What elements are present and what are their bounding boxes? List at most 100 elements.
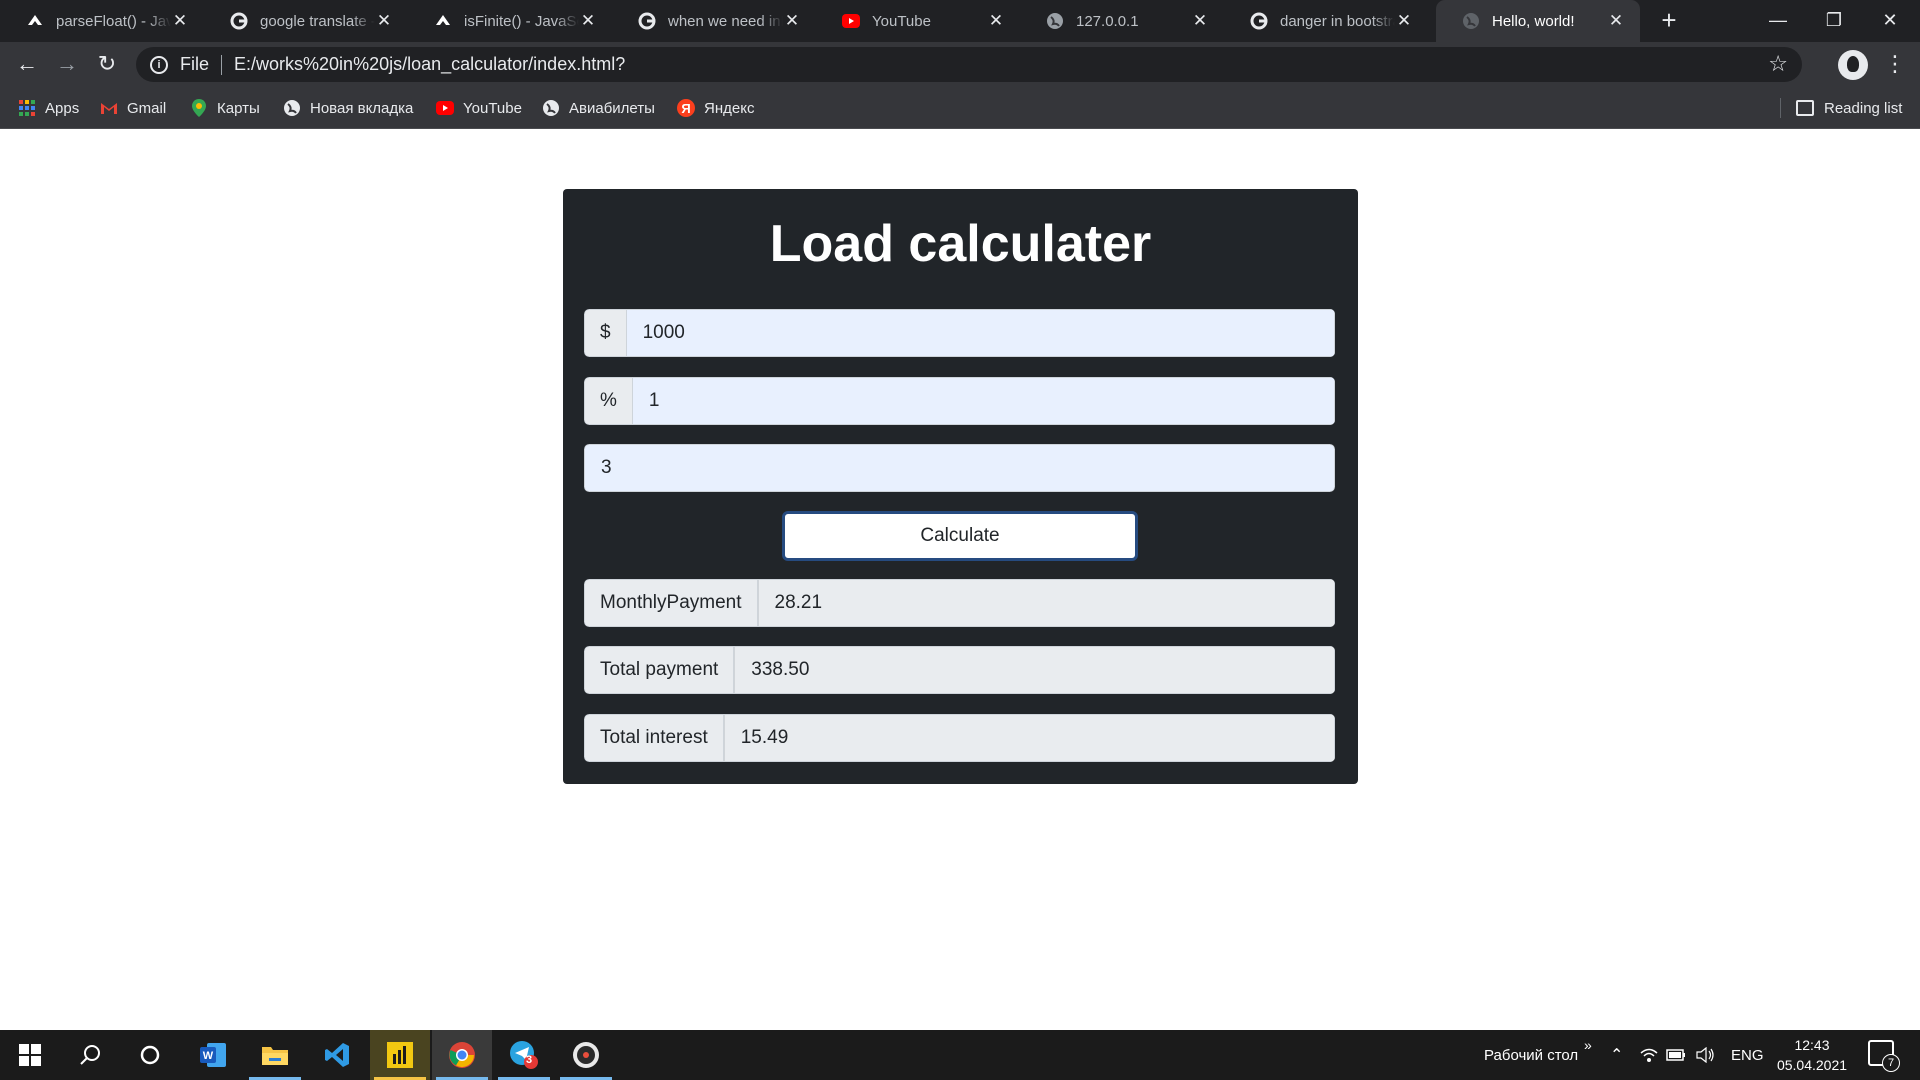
globe-icon xyxy=(1462,12,1480,30)
bookmark-aviabilety[interactable]: Авиабилеты xyxy=(542,87,655,129)
tab-danger-in-bootstrap[interactable]: danger in bootstrap ✕ xyxy=(1224,0,1428,42)
tab-youtube[interactable]: YouTube ✕ xyxy=(816,0,1020,42)
bookmark-maps[interactable]: Карты xyxy=(190,87,260,129)
close-tab-icon[interactable]: ✕ xyxy=(170,11,190,31)
tab-title: danger in bootstrap xyxy=(1280,12,1395,30)
cortana-icon[interactable] xyxy=(120,1030,180,1080)
bookmark-gmail[interactable]: Gmail xyxy=(100,87,166,129)
desktop-toolbar-label[interactable]: Рабочий стол xyxy=(1484,1030,1578,1080)
total-interest-value: 15.49 xyxy=(723,714,1335,762)
tab-localhost[interactable]: 127.0.0.1 ✕ xyxy=(1020,0,1224,42)
tab-title: when we need inFinite xyxy=(668,12,783,30)
search-icon[interactable] xyxy=(60,1030,120,1080)
address-bar[interactable]: i File E:/works%20in%20js/loan_calculato… xyxy=(136,47,1802,82)
forward-button[interactable]: → xyxy=(52,50,82,80)
telegram-icon[interactable]: 3 xyxy=(494,1030,554,1080)
url-text[interactable]: E:/works%20in%20js/loan_calculator/index… xyxy=(234,54,625,75)
tab-title: isFinite() - JavaScript xyxy=(464,12,579,30)
amount-input[interactable]: 1000 xyxy=(626,309,1335,357)
apps-grid-icon xyxy=(18,99,36,117)
scheme-label: File xyxy=(180,54,210,74)
site-info-icon[interactable]: i xyxy=(150,55,168,74)
tab-title: Hello, world! xyxy=(1492,12,1575,30)
volume-icon[interactable] xyxy=(1696,1030,1716,1080)
battery-icon[interactable] xyxy=(1666,1030,1686,1080)
monthly-payment-value: 28.21 xyxy=(757,579,1335,627)
google-icon xyxy=(230,12,248,30)
globe-icon xyxy=(542,99,560,117)
dollar-addon: $ xyxy=(584,309,627,357)
browser-toolbar: ← → ↻ i File E:/works%20in%20js/loan_cal… xyxy=(0,42,1920,87)
years-input[interactable]: 3 xyxy=(584,444,1335,492)
interest-input-group: % 1 xyxy=(584,377,1335,425)
total-payment-group: Total payment 338.50 xyxy=(584,646,1335,694)
tab-isfinite[interactable]: isFinite() - JavaScript ✕ xyxy=(408,0,612,42)
monthly-payment-group: MonthlyPayment 28.21 xyxy=(584,579,1335,627)
tab-hello-world[interactable]: Hello, world! ✕ xyxy=(1436,0,1640,42)
reading-list-icon xyxy=(1796,100,1814,116)
google-icon xyxy=(1250,12,1268,30)
bookmark-youtube[interactable]: YouTube xyxy=(436,87,522,129)
close-tab-icon[interactable]: ✕ xyxy=(1394,11,1414,31)
bookmark-apps[interactable]: Apps xyxy=(18,87,79,129)
toolbar-expand-icon[interactable]: » xyxy=(1584,1020,1592,1070)
bookmark-star-icon[interactable]: ☆ xyxy=(1768,51,1788,77)
chevron-up-icon[interactable]: ⌃ xyxy=(1610,1030,1623,1080)
bookmark-label: Apps xyxy=(45,99,80,117)
close-tab-icon[interactable]: ✕ xyxy=(1190,11,1210,31)
tab-title: 127.0.0.1 xyxy=(1076,12,1139,30)
mdn-icon xyxy=(26,12,44,30)
system-clock[interactable]: 12:43 05.04.2021 xyxy=(1762,1035,1862,1075)
close-tab-icon[interactable]: ✕ xyxy=(374,11,394,31)
google-icon xyxy=(638,12,656,30)
tab-when-we-need-infinite[interactable]: when we need inFinite ✕ xyxy=(612,0,816,42)
svg-text:W: W xyxy=(203,1050,214,1062)
close-window-button[interactable]: ✕ xyxy=(1862,0,1918,40)
notifications-icon[interactable]: 7 xyxy=(1868,1040,1900,1072)
chrome-icon[interactable] xyxy=(432,1030,492,1080)
bookmark-label: Новая вкладка xyxy=(310,99,414,117)
interest-input[interactable]: 1 xyxy=(632,377,1335,425)
mdn-icon xyxy=(434,12,452,30)
close-tab-icon[interactable]: ✕ xyxy=(782,11,802,31)
tab-google-translate[interactable]: google translate - Google Search ✕ xyxy=(204,0,408,42)
reading-list-button[interactable]: Reading list xyxy=(1780,87,1902,129)
power-bi-icon[interactable] xyxy=(370,1030,430,1080)
telegram-badge: 3 xyxy=(526,1054,533,1066)
tab-title: parseFloat() - JavaScript xyxy=(56,12,171,30)
years-input-group: 3 xyxy=(584,444,1335,492)
minimize-window-button[interactable]: — xyxy=(1750,0,1806,40)
windows-start-icon[interactable] xyxy=(0,1030,60,1080)
browser-tab-strip: parseFloat() - JavaScript ✕ google trans… xyxy=(0,0,1920,42)
back-button[interactable]: ← xyxy=(12,50,42,80)
restore-window-button[interactable]: ❐ xyxy=(1806,0,1862,40)
globe-icon xyxy=(283,99,301,117)
page-title: Load calculater xyxy=(769,215,1152,273)
calculate-button[interactable]: Calculate xyxy=(782,511,1138,561)
bookmark-label: Яндекс xyxy=(704,99,755,117)
close-tab-icon[interactable]: ✕ xyxy=(1606,11,1626,31)
bookmark-yandex[interactable]: Я Яндекс xyxy=(677,87,754,129)
close-tab-icon[interactable]: ✕ xyxy=(986,11,1006,31)
percent-addon: % xyxy=(584,377,633,425)
profile-avatar[interactable] xyxy=(1838,50,1868,80)
bookmark-new-tab[interactable]: Новая вкладка xyxy=(283,87,413,129)
new-tab-button[interactable]: + xyxy=(1656,7,1682,34)
youtube-icon xyxy=(436,99,454,117)
language-indicator[interactable]: ENG xyxy=(1731,1030,1764,1080)
file-explorer-icon[interactable] xyxy=(245,1030,305,1080)
menu-kebab-icon[interactable]: ⋮ xyxy=(1884,50,1906,78)
close-tab-icon[interactable]: ✕ xyxy=(578,11,598,31)
tab-parsefloat[interactable]: parseFloat() - JavaScript ✕ xyxy=(0,0,204,42)
word-icon[interactable]: W xyxy=(183,1030,243,1080)
total-interest-label: Total interest xyxy=(584,714,724,762)
vscode-icon[interactable] xyxy=(307,1030,367,1080)
loan-calculator-card: Load calculater $ 1000 % 1 3 Calculate M… xyxy=(563,189,1358,784)
youtube-icon xyxy=(842,12,860,30)
bookmark-label: Gmail xyxy=(127,99,167,117)
tab-title: YouTube xyxy=(872,12,931,30)
obs-icon[interactable] xyxy=(556,1030,616,1080)
wifi-icon[interactable] xyxy=(1640,1030,1658,1080)
reload-button[interactable]: ↻ xyxy=(92,50,122,80)
maps-icon xyxy=(190,99,208,117)
